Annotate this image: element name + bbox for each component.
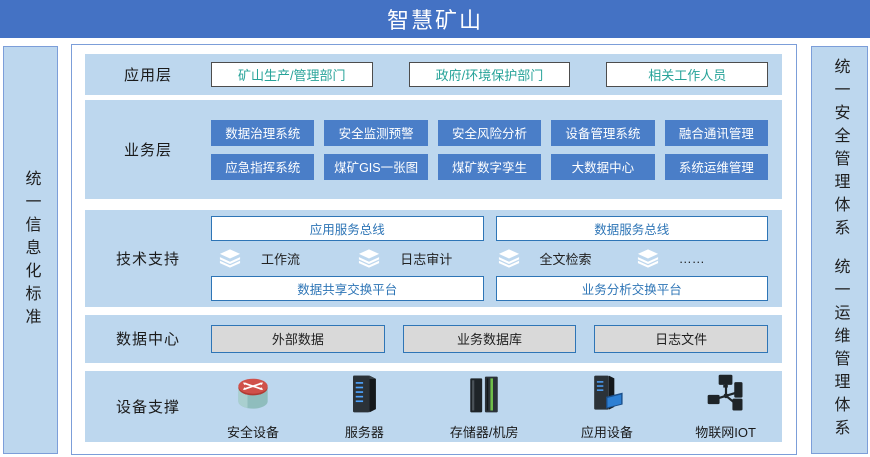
app-item-box: 矿山生产/管理部门 (211, 62, 373, 87)
middleware-item: 日志审计 (350, 249, 489, 268)
device-support-items: 安全设备 (211, 372, 782, 441)
layers-icon (358, 249, 380, 268)
business-item-button: 设备管理系统 (551, 120, 654, 146)
right-sidebar-label-ops: 统一运维管理体系 (832, 258, 848, 442)
middleware-item: 工作流 (211, 249, 350, 268)
device-label: 服务器 (345, 422, 384, 441)
data-store-box: 业务数据库 (403, 325, 577, 353)
page-title: 智慧矿山 (387, 3, 483, 35)
business-item-button: 煤矿GIS一张图 (324, 154, 427, 180)
device-item: 存储器/机房 (450, 372, 519, 441)
layer-label-application: 应用层 (85, 64, 211, 85)
platform-box: 数据共享交换平台 (211, 276, 484, 301)
application-items: 矿山生产/管理部门 政府/环境保护部门 相关工作人员 (211, 62, 782, 87)
layer-row-business: 业务层 数据治理系统 安全监测预警 安全风险分析 设备管理系统 融合通讯管理 应… (85, 100, 782, 199)
app-device-icon (584, 372, 630, 421)
business-item-button: 融合通讯管理 (665, 120, 768, 146)
layer-label-device-support: 设备支撑 (85, 396, 211, 417)
middleware-row: 工作流 日志审计 全文检索 …… (211, 249, 768, 268)
device-label: 安全设备 (227, 422, 279, 441)
middleware-item: …… (629, 249, 768, 268)
layers-icon (637, 249, 659, 268)
device-item: 服务器 (341, 372, 387, 441)
exchange-platform-row: 数据共享交换平台 业务分析交换平台 (211, 276, 768, 301)
device-item: 物联网IOT (695, 372, 756, 441)
business-item-button: 应急指挥系统 (211, 154, 314, 180)
platform-box: 业务分析交换平台 (496, 276, 769, 301)
layers-icon (219, 249, 241, 268)
architecture-frame: 应用层 矿山生产/管理部门 政府/环境保护部门 相关工作人员 业务层 数据治理系… (71, 44, 797, 455)
device-label: 存储器/机房 (450, 422, 519, 441)
left-sidebar-label: 统一信息化标准 (23, 170, 39, 331)
right-system-sidebar: 统一安全管理体系 统一运维管理体系 (811, 46, 868, 454)
service-bus-box: 数据服务总线 (496, 216, 769, 241)
layer-row-data-center: 数据中心 外部数据 业务数据库 日志文件 (85, 315, 782, 363)
business-items: 数据治理系统 安全监测预警 安全风险分析 设备管理系统 融合通讯管理 应急指挥系… (211, 120, 782, 180)
middleware-label: …… (679, 251, 705, 266)
business-item-button: 大数据中心 (551, 154, 654, 180)
middleware-item: 全文检索 (490, 249, 629, 268)
data-store-box: 外部数据 (211, 325, 385, 353)
storage-rack-icon (461, 372, 507, 421)
business-item-button: 安全风险分析 (438, 120, 541, 146)
business-item-button: 煤矿数字孪生 (438, 154, 541, 180)
middleware-label: 全文检索 (540, 249, 592, 268)
layer-row-tech-support: 技术支持 应用服务总线 数据服务总线 工作流 日志审计 (85, 210, 782, 307)
app-item-box: 相关工作人员 (606, 62, 768, 87)
middleware-label: 工作流 (261, 249, 300, 268)
service-bus-box: 应用服务总线 (211, 216, 484, 241)
iot-network-icon (703, 372, 749, 421)
business-item-button: 系统运维管理 (665, 154, 768, 180)
right-sidebar-label-security: 统一安全管理体系 (832, 58, 848, 242)
device-item: 安全设备 (227, 372, 279, 441)
layer-label-data-center: 数据中心 (85, 328, 211, 349)
business-row-2: 应急指挥系统 煤矿GIS一张图 煤矿数字孪生 大数据中心 系统运维管理 (211, 154, 768, 180)
security-device-icon (230, 372, 276, 421)
middleware-label: 日志审计 (400, 249, 452, 268)
layers-icon (498, 249, 520, 268)
left-standard-sidebar: 统一信息化标准 (3, 46, 58, 454)
device-label: 物联网IOT (695, 422, 756, 441)
service-bus-row: 应用服务总线 数据服务总线 (211, 216, 768, 241)
business-item-button: 数据治理系统 (211, 120, 314, 146)
business-row-1: 数据治理系统 安全监测预警 安全风险分析 设备管理系统 融合通讯管理 (211, 120, 768, 146)
device-label: 应用设备 (581, 422, 633, 441)
data-store-box: 日志文件 (594, 325, 768, 353)
device-item: 应用设备 (581, 372, 633, 441)
app-item-box: 政府/环境保护部门 (409, 62, 571, 87)
layer-row-device-support: 设备支撑 (85, 371, 782, 442)
layer-row-application: 应用层 矿山生产/管理部门 政府/环境保护部门 相关工作人员 (85, 54, 782, 95)
title-banner: 智慧矿山 (0, 0, 870, 38)
smart-mine-architecture-diagram: 智慧矿山 统一信息化标准 统一安全管理体系 统一运维管理体系 应用层 矿山生产/… (0, 0, 870, 457)
layer-label-business: 业务层 (85, 139, 211, 160)
data-center-items: 外部数据 业务数据库 日志文件 (211, 325, 782, 353)
tech-support-items: 应用服务总线 数据服务总线 工作流 日志审计 全文检索 (211, 216, 782, 301)
layer-label-tech-support: 技术支持 (85, 248, 211, 269)
business-item-button: 安全监测预警 (324, 120, 427, 146)
server-icon (341, 372, 387, 421)
